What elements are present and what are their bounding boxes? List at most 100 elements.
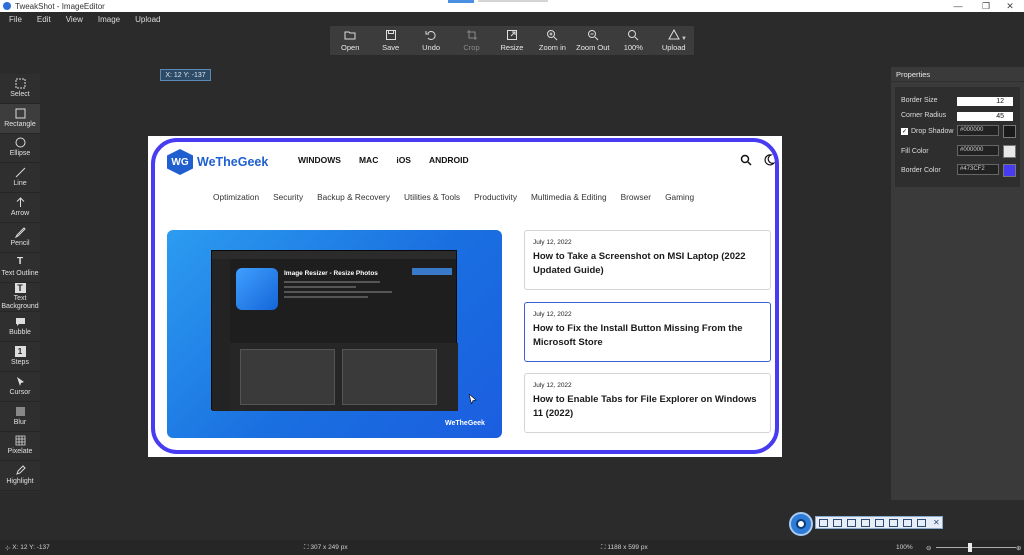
select-icon (15, 78, 26, 89)
tool-label: Ellipse (9, 150, 31, 158)
tool-text-background[interactable]: T Text Background (0, 282, 40, 313)
folder-open-icon (344, 31, 356, 40)
corner-radius-input[interactable]: 45 (957, 112, 1013, 121)
capture-window-icon[interactable] (819, 518, 828, 527)
article-card: July 12, 2022 How to Take a Screenshot o… (524, 230, 771, 290)
hero-app-title: Image Resizer - Resize Photos (284, 270, 378, 277)
status-zoom: 100% (896, 544, 913, 551)
status-selection-text: 307 x 249 px (310, 544, 348, 551)
menu-view[interactable]: View (66, 15, 83, 24)
tool-label: Pixelate (7, 448, 33, 456)
capture-scroll-icon[interactable] (861, 518, 870, 527)
image-frame: WG WeTheGeek WINDOWS MAC iOS ANDROID Opt… (151, 138, 779, 454)
blur-icon (15, 406, 26, 417)
crop-button[interactable]: Crop (451, 26, 491, 55)
tool-cursor[interactable]: Cursor (0, 372, 40, 402)
drop-shadow-color-swatch[interactable] (1003, 125, 1016, 138)
capture-fullscreen-icon[interactable] (847, 518, 856, 527)
cursor-icon (15, 376, 26, 387)
capture-folder-icon[interactable] (889, 518, 898, 527)
nav-android: ANDROID (428, 155, 469, 165)
capture-region-icon[interactable] (833, 518, 842, 527)
zoom-in-small-button[interactable]: ⊕ (1016, 544, 1021, 552)
capture-bar-close-icon[interactable]: ✕ (933, 518, 940, 527)
tool-pencil[interactable]: Pencil (0, 223, 40, 253)
cat-gaming: Gaming (665, 192, 695, 202)
nav-ios: iOS (396, 155, 411, 165)
resize-button[interactable]: Resize (492, 26, 532, 55)
zoom-slider-thumb[interactable] (968, 543, 972, 552)
undo-icon (425, 31, 436, 40)
steps-icon: 1 (14, 346, 26, 358)
tool-ellipse[interactable]: Ellipse (0, 134, 40, 164)
tool-highlight[interactable]: Highlight (0, 461, 40, 492)
tool-label: Highlight (6, 478, 34, 486)
zoom-out-button[interactable]: Zoom Out (573, 26, 613, 55)
zoom-in-button[interactable]: Zoom in (532, 26, 572, 55)
tool-bubble[interactable]: Bubble (0, 312, 40, 343)
capture-button[interactable] (789, 512, 813, 536)
menu-edit[interactable]: Edit (37, 15, 51, 24)
zoom-out-small-button[interactable]: ⊖ (926, 544, 931, 552)
upload-button[interactable]: Upload (654, 26, 694, 55)
tool-text-outline[interactable]: T Text Outline (0, 253, 40, 283)
open-button[interactable]: Open (330, 26, 370, 55)
menu-upload[interactable]: Upload (135, 15, 160, 24)
upload-dropdown-icon[interactable]: ▼ (681, 36, 687, 42)
capture-video-icon[interactable] (875, 518, 884, 527)
menu-image[interactable]: Image (98, 15, 120, 24)
drop-shadow-color-field[interactable]: #000000 (957, 125, 999, 136)
line-icon (15, 167, 26, 178)
properties-title: Properties (891, 67, 1024, 82)
capture-floating-bar: ✕ (789, 512, 944, 536)
tool-label: Bubble (9, 329, 31, 337)
article-date: July 12, 2022 (533, 311, 572, 318)
fill-color-swatch[interactable] (1003, 145, 1016, 158)
status-bar: ⊹ X: 12 Y: -137 ⛶ 307 x 249 px ⛶ 1188 x … (0, 540, 1024, 555)
zoom-slider-track[interactable] (936, 547, 1016, 548)
tool-pixelate[interactable]: Pixelate (0, 432, 40, 462)
tool-arrow[interactable]: Arrow (0, 193, 40, 223)
drop-shadow-label: Drop Shadow (911, 128, 954, 135)
nav-mac: MAC (358, 155, 379, 165)
corner-radius-label: Corner Radius (901, 112, 947, 119)
tool-select[interactable]: Select (0, 74, 40, 104)
close-button[interactable]: ✕ (996, 0, 1024, 12)
tool-rectangle[interactable]: Rectangle (0, 103, 40, 134)
border-color-swatch[interactable] (1003, 164, 1016, 177)
save-button[interactable]: Save (370, 26, 410, 55)
tool-label: Pencil (10, 239, 30, 247)
tool-line[interactable]: Line (0, 163, 40, 194)
tool-label: Text Outline (1, 269, 39, 277)
pencil-icon (14, 227, 26, 238)
border-color-field[interactable]: #473CF2 (957, 164, 999, 175)
minimize-button[interactable]: — (944, 0, 972, 12)
hero-brand: WeTheGeek (445, 420, 485, 427)
drop-shadow-row: ✓ Drop Shadow (901, 128, 953, 135)
color-picker-icon[interactable] (903, 518, 912, 527)
resize-label: Resize (500, 43, 524, 52)
drop-shadow-checkbox[interactable]: ✓ (901, 128, 908, 135)
cat-utilities: Utilities & Tools (403, 192, 461, 202)
border-size-input[interactable]: 12 (957, 97, 1013, 106)
resize-icon (506, 30, 517, 40)
article-card: July 12, 2022 How to Enable Tabs for Fil… (524, 373, 771, 433)
fill-color-label: Fill Color (901, 148, 929, 155)
active-tab-indicator (448, 0, 474, 3)
zoom-100-button[interactable]: 100% (613, 26, 653, 55)
app-thumbnail-icon (236, 268, 278, 310)
undo-button[interactable]: Undo (411, 26, 451, 55)
status-image-size: ⛶ 1188 x 599 px (601, 543, 648, 552)
moon-icon (764, 154, 775, 166)
tool-blur[interactable]: Blur (0, 402, 40, 432)
tool-steps[interactable]: 1 Steps (0, 342, 40, 372)
capture-settings-icon[interactable] (917, 518, 926, 527)
zoom-out-label: Zoom Out (576, 43, 610, 52)
tool-label: Steps (11, 359, 29, 367)
app-icon (3, 2, 11, 10)
site-logo-mark: WG (167, 149, 193, 175)
menu-file[interactable]: File (9, 15, 22, 24)
crop-icon (466, 30, 477, 40)
image-canvas[interactable]: WG WeTheGeek WINDOWS MAC iOS ANDROID Opt… (148, 136, 782, 457)
fill-color-field[interactable]: #000000 (957, 145, 999, 156)
